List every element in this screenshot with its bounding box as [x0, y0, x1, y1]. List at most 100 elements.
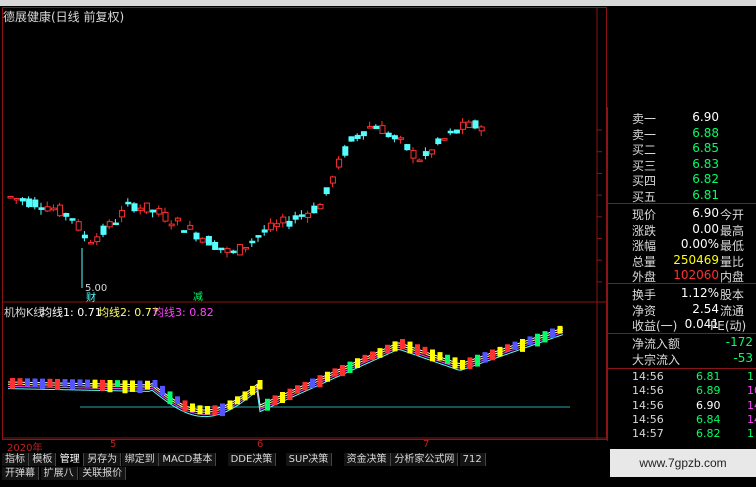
cai-marker: 财	[86, 291, 96, 304]
tick-volume: 14	[747, 398, 756, 412]
stat-label-2: 量比	[720, 254, 745, 269]
stat-row[interactable]: 换手 1.12% 股本	[608, 286, 756, 302]
indicator-bar	[302, 381, 308, 391]
candle-body	[100, 225, 107, 235]
panel-divider	[608, 283, 756, 284]
indicator-bar	[242, 391, 248, 401]
candle-body	[212, 241, 219, 250]
indicator-bar	[152, 379, 158, 388]
indicator-bar	[25, 378, 30, 387]
panel-divider	[608, 203, 756, 204]
formula-tab[interactable]: MACD基本	[159, 453, 217, 466]
indicator-bar	[437, 352, 443, 361]
indicator-bar	[317, 375, 323, 388]
candle-body	[466, 121, 473, 128]
indicator-bar	[497, 346, 503, 357]
stat-value: 1.12%	[680, 286, 719, 300]
indicator-bar	[505, 344, 510, 352]
orderbook-row[interactable]: 买五 6.81	[608, 187, 756, 204]
orderbook-label: 买二	[632, 143, 657, 157]
tick-row[interactable]: 14:56 6.84 14	[608, 413, 756, 427]
indicator-bar	[235, 396, 240, 405]
tick-row[interactable]: 14:56 6.90 14	[608, 399, 756, 413]
stat-label: 换手	[632, 288, 657, 302]
candle-body	[168, 223, 175, 227]
candle-body	[435, 138, 442, 145]
candle-body	[7, 195, 14, 199]
candle-body	[193, 232, 200, 240]
extension-tab[interactable]: 开弹幕	[2, 467, 39, 480]
indicator-bar	[55, 378, 60, 390]
stat-row[interactable]: 收益(一) 0.041 PE(动)	[608, 317, 756, 333]
candle-body	[336, 158, 343, 168]
candle-body	[69, 218, 76, 221]
orderbook-row[interactable]: 卖一 6.90	[608, 110, 756, 126]
candle-body	[174, 217, 181, 222]
candle-body	[125, 201, 132, 205]
jian-marker: 减	[193, 291, 203, 303]
tick-row[interactable]: 14:56 6.89 10	[608, 384, 756, 398]
indicator-bar	[40, 378, 45, 389]
kline-chart[interactable]: 6.406.206.005.805.605.405.205.001.000.50…	[0, 0, 607, 440]
stat-row[interactable]: 总量 250469 量比	[608, 253, 756, 269]
stat-row[interactable]: 涨跌 0.00 最高	[608, 222, 756, 238]
formula-tab[interactable]: 指标	[2, 453, 29, 466]
candle-body	[50, 207, 57, 211]
watermark-logo: www.7gpzb.com	[610, 449, 756, 477]
candle-body	[453, 129, 460, 134]
flow-value: -53	[733, 350, 753, 365]
tick-volume: 1	[747, 427, 754, 441]
stat-value: 6.90	[692, 206, 719, 220]
indicator-bar	[287, 388, 293, 401]
extension-tab[interactable]: 扩展八	[40, 467, 78, 480]
indicator-ma2: 均线2: 0.77	[98, 306, 159, 319]
formula-tab[interactable]: 管理	[56, 453, 84, 466]
stat-row[interactable]: 净资 2.54 流通	[608, 302, 756, 318]
indicator-bar	[32, 378, 38, 388]
tick-row[interactable]: 14:56 6.81 1	[608, 370, 756, 384]
panel-divider	[608, 368, 756, 369]
orderbook-row[interactable]: 卖一 6.88	[608, 126, 756, 142]
indicator-bar	[430, 349, 435, 362]
stat-label: 收益(一)	[632, 319, 678, 333]
formula-tab[interactable]: 资金决策	[343, 453, 391, 466]
indicator-bar	[137, 380, 143, 394]
extension-tab[interactable]: 关联报价	[79, 467, 127, 480]
candle-body	[44, 206, 51, 212]
formula-tab[interactable]: 另存为	[84, 453, 122, 466]
orderbook-row[interactable]: 买四 6.82	[608, 172, 756, 188]
candle-body	[150, 209, 157, 213]
panel-divider	[608, 333, 756, 334]
orderbook-price: 6.81	[692, 187, 719, 202]
candle-body	[13, 197, 20, 201]
indicator-bar	[160, 385, 165, 396]
formula-tab[interactable]: SUP决策	[285, 453, 333, 466]
stat-row[interactable]: 现价 6.90 今开	[608, 206, 756, 222]
orderbook-row[interactable]: 买三 6.83	[608, 157, 756, 173]
formula-tab[interactable]: 绑定到	[121, 453, 159, 466]
candle-body	[360, 131, 367, 137]
orderbook-row[interactable]: 买二 6.85	[608, 141, 756, 157]
flow-row[interactable]: 大宗流入 -53	[608, 350, 756, 367]
candle-body	[236, 243, 243, 256]
stat-row[interactable]: 涨幅 0.00% 最低	[608, 237, 756, 253]
stat-row[interactable]: 外盘 102060 内盘	[608, 268, 756, 284]
flow-row[interactable]: 净流入额 -172	[608, 335, 756, 351]
formula-tab[interactable]: 712	[459, 453, 486, 466]
orderbook-label: 买三	[632, 158, 657, 173]
indicator-bar	[332, 368, 338, 377]
stat-label: 涨跌	[632, 223, 657, 238]
candle-body	[230, 250, 237, 254]
indicator-bar	[527, 336, 533, 345]
formula-tab[interactable]: 分析家公式网	[391, 453, 459, 466]
tick-volume: 10	[747, 384, 756, 398]
indicator-bar	[445, 354, 450, 365]
indicator-bar	[400, 339, 405, 350]
candle-body	[255, 235, 262, 238]
candle-body	[38, 207, 45, 210]
indicator-ma1: 均线1: 0.71	[41, 306, 102, 319]
tick-row[interactable]: 14:57 6.82 1	[608, 427, 756, 441]
formula-tab[interactable]: DDE决策	[227, 453, 277, 466]
formula-tab[interactable]: 模板	[29, 453, 57, 466]
indicator-bar	[385, 344, 390, 354]
